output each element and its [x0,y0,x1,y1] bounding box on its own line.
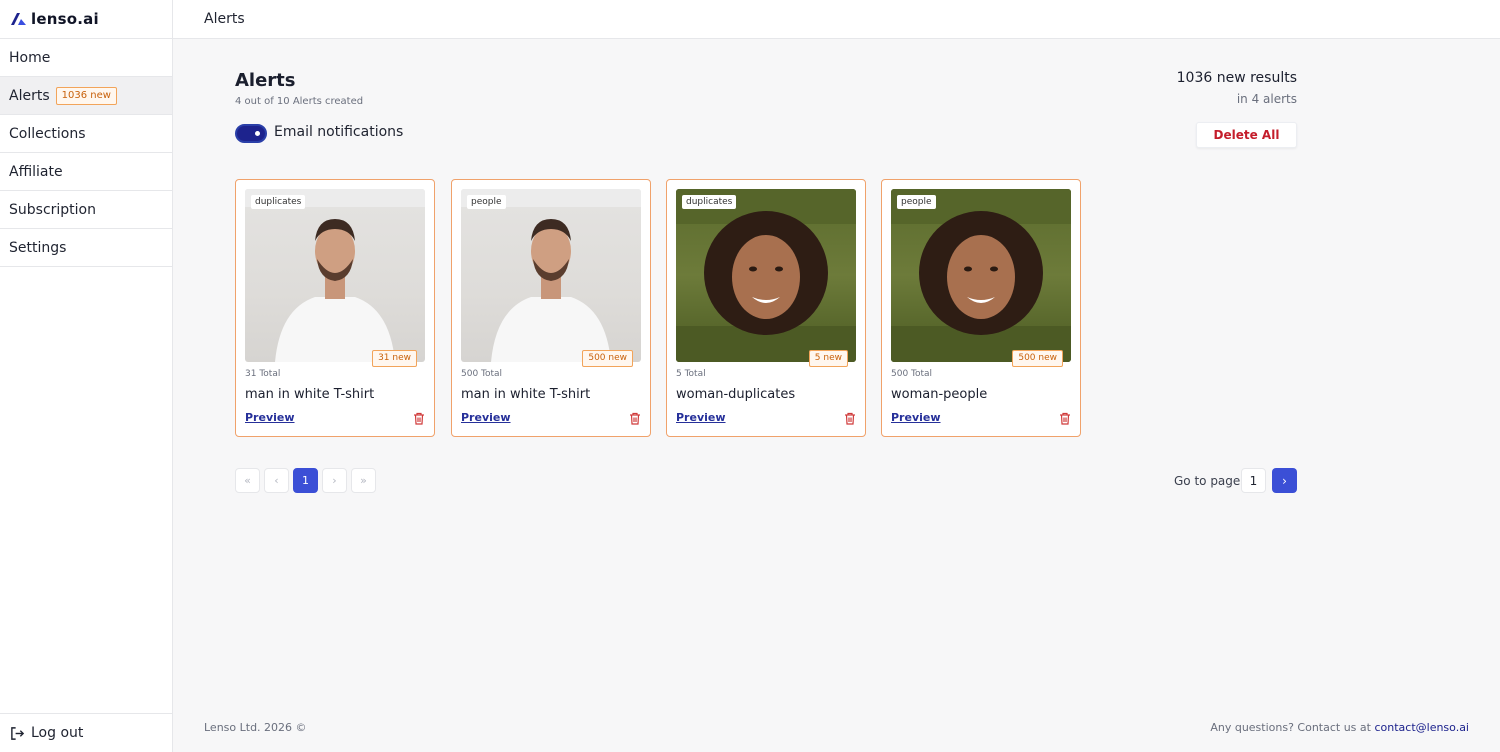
lenso-logo-icon [11,13,26,25]
alert-tag: people [467,195,506,209]
logo-text: lenso.ai [31,10,99,28]
sidebar-item-label: Alerts [9,87,50,104]
trash-icon[interactable] [1059,412,1071,425]
alert-title: man in white T-shirt [461,387,591,402]
sidebar-item-label: Collections [9,125,86,142]
topbar-title: Alerts [204,11,245,27]
alert-thumbnail[interactable]: duplicates [245,189,425,362]
alert-thumbnail[interactable]: duplicates [676,189,856,362]
alert-tag: people [897,195,936,209]
woman-photo-icon [676,189,856,362]
new-results-badge: 500 new [582,350,633,367]
new-results-badge: 31 new [372,350,417,367]
total-count: 500 Total [461,369,503,379]
alert-card[interactable]: people 500 new 500 Total man in white T-… [451,179,651,437]
sidebar-item-home[interactable]: Home [0,39,172,77]
alert-tag: duplicates [251,195,306,209]
new-results-badge: 500 new [1012,350,1063,367]
footer-copyright: Lenso Ltd. 2026 © [204,721,307,734]
topbar: Alerts [173,0,1500,39]
sidebar-item-label: Subscription [9,201,96,218]
preview-link[interactable]: Preview [245,411,295,424]
man-photo-icon [245,189,425,362]
trash-icon[interactable] [629,412,641,425]
logo[interactable]: lenso.ai [0,0,172,39]
logout-label: Log out [31,725,84,741]
contact-email-link[interactable]: contact@lenso.ai [1374,721,1469,734]
results-title: 1036 new results [1176,70,1297,86]
sidebar-item-label: Affiliate [9,163,63,180]
alert-title: man in white T-shirt [245,387,375,402]
alert-tag: duplicates [682,195,737,209]
new-results-badge: 5 new [808,350,848,367]
alert-title: woman-people [891,387,988,402]
alerts-new-badge: 1036 new [55,86,117,105]
total-count: 5 Total [676,369,706,379]
preview-link[interactable]: Preview [676,411,726,424]
last-page-button[interactable]: » [351,468,376,493]
logout-icon [11,726,25,740]
page-title: Alerts [235,70,296,91]
trash-icon[interactable] [413,412,425,425]
alerts-count-subtitle: 4 out of 10 Alerts created [235,96,364,107]
toggle-knob [252,128,263,139]
logout-button[interactable]: Log out [0,713,172,752]
alert-title: woman-duplicates [676,387,796,402]
alert-card[interactable]: duplicates 5 new 5 Total woman-duplicate… [666,179,866,437]
footer-contact-prefix: Any questions? Contact us at [1210,721,1375,734]
total-count: 31 Total [245,369,281,379]
sidebar-item-collections[interactable]: Collections [0,115,172,153]
trash-icon[interactable] [844,412,856,425]
sidebar: lenso.ai Home Alerts 1036 new Collection… [0,0,173,752]
total-count: 500 Total [891,369,933,379]
alert-thumbnail[interactable]: people [461,189,641,362]
footer-contact: Any questions? Contact us at contact@len… [1210,721,1469,734]
go-to-page-input[interactable] [1241,468,1266,493]
page-number-button[interactable]: 1 [293,468,318,493]
delete-all-button[interactable]: Delete All [1196,122,1297,148]
woman-photo-icon [891,189,1071,362]
next-page-button[interactable]: › [322,468,347,493]
preview-link[interactable]: Preview [461,411,511,424]
email-notifications-label: Email notifications [274,124,404,140]
go-to-page-button[interactable]: › [1272,468,1297,493]
sidebar-item-settings[interactable]: Settings [0,229,172,267]
man-photo-icon [461,189,641,362]
sidebar-item-subscription[interactable]: Subscription [0,191,172,229]
alert-card[interactable]: people 500 new 500 Total woman-people Pr… [881,179,1081,437]
go-to-page-label: Go to page: [1174,474,1245,488]
prev-page-button[interactable]: ‹ [264,468,289,493]
first-page-button[interactable]: « [235,468,260,493]
sidebar-item-alerts[interactable]: Alerts 1036 new [0,77,172,115]
email-notifications-toggle[interactable] [235,124,267,143]
sidebar-item-label: Settings [9,239,67,256]
alert-card[interactable]: duplicates 31 new 31 Total man in white … [235,179,435,437]
sidebar-item-affiliate[interactable]: Affiliate [0,153,172,191]
alert-thumbnail[interactable]: people [891,189,1071,362]
sidebar-item-label: Home [9,49,51,66]
results-subtitle: in 4 alerts [1236,92,1297,106]
preview-link[interactable]: Preview [891,411,941,424]
